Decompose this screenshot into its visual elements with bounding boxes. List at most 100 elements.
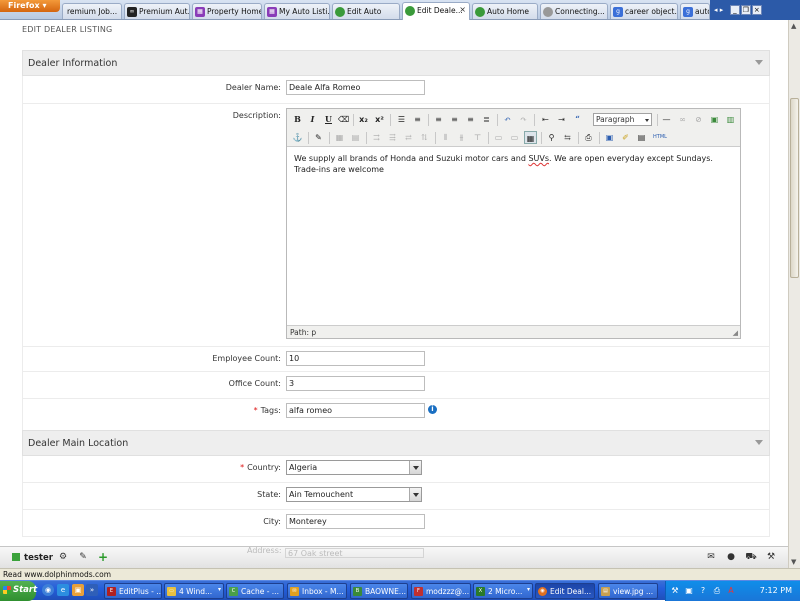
scroll-down-icon[interactable]: ▼	[791, 558, 796, 566]
add-icon[interactable]: +	[96, 550, 110, 564]
tab-auto[interactable]: gauto	[680, 3, 710, 19]
table-props-icon[interactable]: ▤	[349, 131, 362, 144]
undo-icon[interactable]: ↶	[501, 113, 514, 126]
insert-row-icon[interactable]: ⇉	[370, 131, 383, 144]
subscript-button[interactable]: x₂	[357, 113, 370, 126]
section-dealer-information[interactable]: Dealer Information	[22, 50, 770, 76]
numbered-list-icon[interactable]: ≡	[411, 113, 424, 126]
format-select[interactable]: Paragraph	[593, 113, 652, 126]
find-icon[interactable]: ⚲	[545, 131, 558, 144]
bullet-list-icon[interactable]: ☰	[395, 113, 408, 126]
superscript-button[interactable]: x²	[373, 113, 386, 126]
tab-premium-auto[interactable]: ∞ Premium Aut...	[124, 3, 190, 19]
redo-icon[interactable]: ↷	[517, 113, 530, 126]
page-scrollbar[interactable]: ▲ ▼	[788, 20, 800, 568]
office-count-input[interactable]	[286, 376, 425, 391]
start-button[interactable]: Start	[0, 581, 37, 601]
tray-printer-icon[interactable]: ⎙	[712, 586, 722, 596]
firefox-menu-button[interactable]: Firefox ▾	[0, 0, 60, 12]
restore-icon[interactable]: ❐	[740, 5, 751, 15]
task-windows-explorer[interactable]: ▭ 4 Wind... ▾	[164, 583, 224, 599]
align-left-icon[interactable]: ≡	[432, 113, 445, 126]
country-select[interactable]: Algeria	[286, 460, 422, 475]
image-icon[interactable]: ▣	[708, 113, 721, 126]
task-baowne[interactable]: B BAOWNE...	[350, 583, 408, 599]
employee-count-input[interactable]	[286, 351, 425, 366]
align-center-icon[interactable]: ≡	[448, 113, 461, 126]
underline-button[interactable]: U	[322, 113, 335, 126]
align-justify-icon[interactable]: ≣	[480, 113, 493, 126]
tab-property-home[interactable]: ▦ Property Home	[192, 3, 262, 19]
section-dealer-main-location[interactable]: Dealer Main Location	[22, 430, 770, 456]
cleanup-icon[interactable]: ✐	[619, 131, 632, 144]
media-icon[interactable]: ▥	[724, 113, 737, 126]
folder-icon[interactable]: ▣	[72, 584, 84, 596]
scroll-up-icon[interactable]: ▲	[791, 22, 796, 30]
print-icon[interactable]: ⎙	[582, 131, 595, 144]
minimize-icon[interactable]: _	[729, 5, 740, 15]
edit-css-icon[interactable]: ✎	[312, 131, 325, 144]
editor-content[interactable]: We supply all brands of Honda and Suzuki…	[294, 153, 734, 175]
address-input[interactable]: 67 Oak street	[285, 548, 424, 558]
col-props-icon[interactable]: ⊤	[471, 131, 484, 144]
dropdown-arrow-icon[interactable]	[409, 461, 421, 474]
city-input[interactable]	[286, 514, 425, 529]
tray-monitor-icon[interactable]: ▣	[684, 586, 694, 596]
tray-tool-icon[interactable]: ⚒	[670, 586, 680, 596]
close-tab-icon[interactable]: ×	[459, 5, 466, 14]
outdent-icon[interactable]: ⇤	[539, 113, 552, 126]
task-view-jpg[interactable]: ▤ view.jpg ...	[598, 583, 658, 599]
fullscreen-icon[interactable]: ▣	[603, 131, 616, 144]
horizontal-rule-button[interactable]: —	[660, 113, 673, 126]
ie-icon[interactable]: e	[57, 584, 69, 596]
table-icon[interactable]: ▦	[333, 131, 346, 144]
show-desktop-icon[interactable]: »	[86, 584, 98, 596]
mail-icon[interactable]: ✉	[704, 550, 718, 564]
tab-scroll-arrows-icon[interactable]: ◂ ▸	[714, 6, 723, 16]
state-select[interactable]: Ain Temouchent	[286, 487, 422, 502]
indent-icon[interactable]: ⇥	[555, 113, 568, 126]
wrench-icon[interactable]: ⚒	[764, 550, 778, 564]
user-indicator[interactable]: tester	[12, 553, 53, 563]
collapse-chevron-icon[interactable]	[755, 440, 763, 445]
tab-premium-jobs[interactable]: remium Job...	[62, 3, 122, 19]
replace-icon[interactable]: ⇆	[561, 131, 574, 144]
task-inbox[interactable]: ✉ Inbox - M...	[287, 583, 347, 599]
collapse-chevron-icon[interactable]	[755, 60, 763, 65]
tray-acrobat-icon[interactable]: A	[726, 586, 736, 596]
info-icon[interactable]: i	[428, 405, 437, 414]
user-icon[interactable]: ●	[724, 550, 738, 564]
close-window-icon[interactable]: ×	[751, 5, 762, 15]
tray-help-icon[interactable]: ?	[698, 586, 708, 596]
eraser-icon[interactable]: ⌫	[337, 113, 350, 126]
delete-row-icon[interactable]: ⇶	[386, 131, 399, 144]
tab-my-auto-listings[interactable]: ▦ My Auto Listi...	[264, 3, 330, 19]
tags-input[interactable]	[286, 403, 425, 418]
task-modzzz[interactable]: Fmodzzz@...	[411, 583, 471, 599]
task-cache[interactable]: C Cache - ...	[226, 583, 284, 599]
anchor-icon[interactable]: ⚓	[291, 131, 304, 144]
tab-connecting[interactable]: Connecting...	[540, 3, 608, 19]
gear-icon[interactable]: ⚙	[56, 550, 70, 564]
italic-button[interactable]: I	[306, 113, 319, 126]
tab-edit-dealer[interactable]: Edit Deale... ×	[402, 2, 470, 20]
merge-cells-icon[interactable]: ⇄	[402, 131, 415, 144]
tab-career-objective[interactable]: g career object...	[610, 3, 678, 19]
resize-grip-icon[interactable]: ◢	[733, 329, 738, 337]
dropdown-arrow-icon[interactable]	[409, 488, 421, 501]
bold-button[interactable]: B	[291, 113, 304, 126]
insert-col-icon[interactable]: ⫴	[439, 131, 452, 144]
link-icon[interactable]: ∞	[676, 113, 689, 126]
paste-icon[interactable]: ▤	[635, 131, 648, 144]
task-editplus[interactable]: E EditPlus - ...	[104, 583, 162, 599]
row-props-icon[interactable]: ▭	[492, 131, 505, 144]
cell-props-icon[interactable]: ▭	[508, 131, 521, 144]
dealer-name-input[interactable]	[286, 80, 425, 95]
blockquote-icon[interactable]: “	[571, 113, 584, 126]
scrollbar-thumb[interactable]	[790, 98, 799, 278]
task-edit-dealer[interactable]: ◉ Edit Deal...	[535, 583, 595, 599]
tab-edit-auto[interactable]: Edit Auto	[332, 3, 400, 19]
edit-icon[interactable]: ✎	[76, 550, 90, 564]
chrome-icon[interactable]: ◉	[42, 584, 54, 596]
split-cells-icon[interactable]: ⇅	[418, 131, 431, 144]
